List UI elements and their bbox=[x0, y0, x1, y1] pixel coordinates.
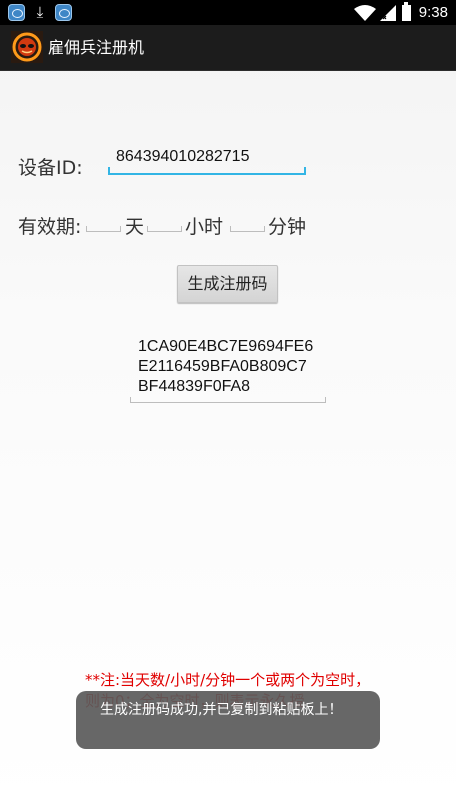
hours-unit-label: 小时 bbox=[185, 216, 224, 238]
app-bar: 雇佣兵注册机 bbox=[0, 25, 456, 71]
minutes-unit-label: 分钟 bbox=[268, 216, 307, 238]
app-title: 雇佣兵注册机 bbox=[48, 38, 145, 57]
registration-code-field[interactable]: 1CA90E4BC7E9694FE6 E2116459BFA0B809C7 BF… bbox=[130, 337, 326, 403]
toast-message: 生成注册码成功,并已复制到粘贴板上！ bbox=[76, 691, 380, 749]
generate-code-button[interactable]: 生成注册码 bbox=[177, 265, 278, 303]
signal-icon bbox=[379, 4, 396, 21]
hours-field[interactable] bbox=[147, 214, 182, 232]
download-icon: ⤓ bbox=[36, 3, 44, 21]
wifi-icon bbox=[353, 4, 376, 21]
registration-code-text: 1CA90E4BC7E9694FE6 E2116459BFA0B809C7 BF… bbox=[138, 338, 314, 395]
days-field[interactable] bbox=[86, 214, 121, 232]
clock: 9:38 bbox=[418, 4, 448, 21]
device-id-label: 设备ID: bbox=[18, 157, 83, 179]
app-logo-icon bbox=[11, 31, 43, 63]
app-notification-icon bbox=[55, 4, 72, 21]
validity-label: 有效期: bbox=[18, 216, 82, 238]
device-id-field[interactable]: 864394010282715 bbox=[108, 147, 306, 175]
app-notification-icon bbox=[8, 4, 25, 21]
days-unit-label: 天 bbox=[125, 216, 145, 238]
minutes-field[interactable] bbox=[230, 214, 265, 232]
device-id-value: 864394010282715 bbox=[116, 148, 250, 165]
status-bar: ⤓ 9:38 bbox=[0, 0, 456, 25]
battery-icon bbox=[401, 1, 411, 21]
